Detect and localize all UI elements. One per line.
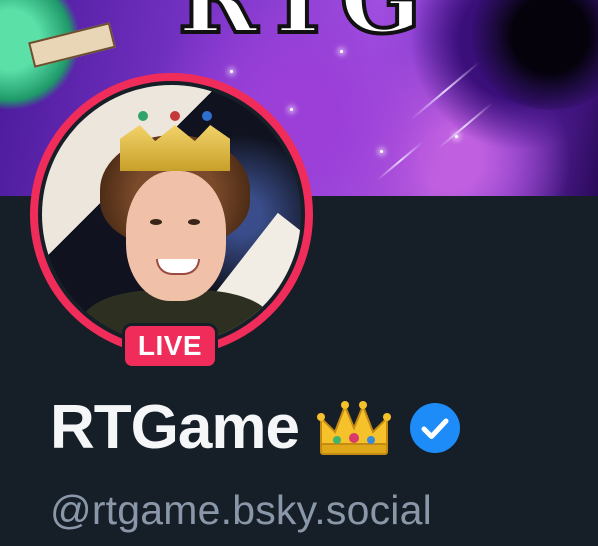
avatar-photo-crown <box>120 125 230 171</box>
avatar-crown-gem <box>202 111 212 121</box>
avatar-crown-gem <box>138 111 148 121</box>
display-name-row: RTGame <box>50 392 461 464</box>
banner-sparkle <box>340 50 343 53</box>
crown-emoji-icon <box>316 398 391 458</box>
avatar-photo-smile <box>156 259 200 275</box>
banner-streak <box>409 61 481 121</box>
avatar-photo-eye <box>188 219 200 225</box>
banner-sparkle <box>290 108 293 111</box>
profile-handle[interactable]: @rtgame.bsky.social <box>50 485 432 535</box>
live-badge[interactable]: LIVE <box>122 323 218 369</box>
avatar-crown-gem <box>170 111 180 121</box>
avatar-photo-eye <box>150 219 162 225</box>
avatar-live-ring[interactable] <box>30 73 313 356</box>
avatar-photo-face <box>126 171 226 301</box>
display-name: RTGame <box>50 393 300 462</box>
avatar[interactable] <box>38 81 305 348</box>
banner-vortex-graphic <box>470 0 598 110</box>
banner-streak <box>437 102 493 150</box>
banner-sparkle <box>455 135 458 138</box>
avatar-photo <box>42 85 301 344</box>
banner-sparkle <box>380 150 383 153</box>
banner-sparkle <box>230 70 233 73</box>
banner-title-art: RTG <box>176 0 428 57</box>
verified-check-icon[interactable] <box>409 402 461 454</box>
banner-streak <box>376 140 424 182</box>
